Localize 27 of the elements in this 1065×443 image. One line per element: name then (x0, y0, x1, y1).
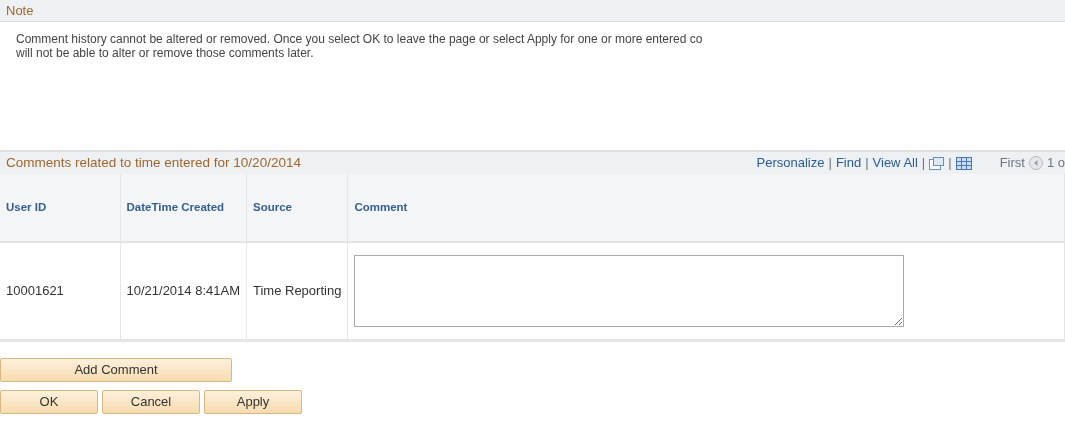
column-header: User ID (0, 174, 120, 242)
action-button[interactable]: OK (0, 389, 98, 414)
grid-link[interactable]: View All (872, 153, 918, 173)
table-cell: 10/21/2014 8:41AM (120, 242, 247, 340)
note-title: Note (6, 1, 34, 20)
first-label: First (999, 154, 1025, 173)
comment-field[interactable] (354, 254, 905, 327)
column-header: Source (246, 174, 348, 242)
action-button[interactable]: Cancel (102, 389, 200, 414)
separator: | (865, 154, 869, 173)
grid-link[interactable]: Personalize (756, 153, 825, 173)
column-header: Comment (347, 174, 1065, 242)
separator: | (921, 154, 926, 173)
row-counter: 1 o (1046, 154, 1065, 173)
table-cell: Time Reporting (246, 242, 348, 340)
separator: | (948, 154, 952, 173)
note-text: Comment history cannot be altered or removed. Once you select OK to leave the page or select Apply for one or more entered co (16, 32, 704, 46)
grid-link[interactable]: Find (835, 153, 862, 173)
spreadsheet-icon[interactable] (955, 156, 972, 170)
action-button[interactable]: Apply (204, 389, 302, 414)
column-header: DateTime Created (120, 174, 247, 242)
note-text: will not be able to alter or remove those comments later. (16, 46, 315, 60)
grid-title: Comments related to time entered for 10/20/2014 (6, 153, 301, 172)
table-cell: 10001621 (0, 242, 120, 340)
add-comment-button[interactable]: Add Comment (0, 357, 232, 382)
new-window-icon[interactable] (929, 156, 945, 170)
separator: | (828, 154, 832, 173)
